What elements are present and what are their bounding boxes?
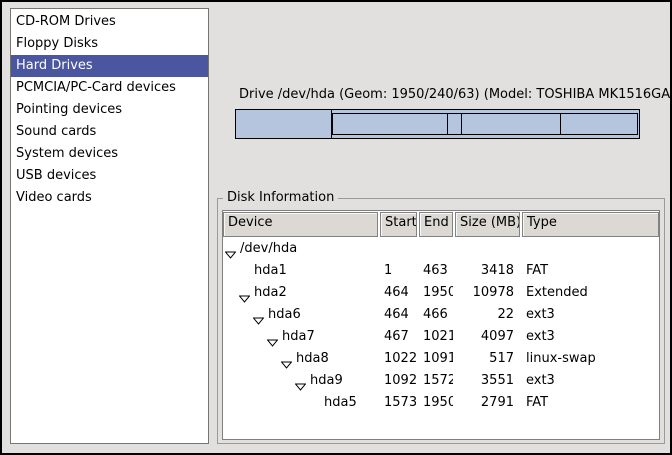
device-cell: hda6	[223, 304, 378, 326]
device-name: hda5	[324, 392, 357, 414]
end-cell: 1021	[419, 326, 453, 348]
table-row-hda5[interactable]: hda5 157319502791FAT	[223, 392, 659, 414]
table-row-hda6[interactable]: hda6 46446622ext3	[223, 304, 659, 326]
sidebar-item-floppy-disks[interactable]: Floppy Disks	[11, 33, 208, 55]
sidebar-item-video-cards[interactable]: Video cards	[11, 187, 208, 209]
table-row-hda2[interactable]: hda2 464195010978Extended	[223, 282, 659, 304]
drive-info-label: Drive /dev/hda (Geom: 1950/240/63) (Mode…	[239, 87, 672, 102]
device-cell: hda5	[223, 392, 378, 414]
type-cell: FAT	[522, 392, 659, 414]
size-cell: 4097	[455, 326, 520, 348]
partition-divider-after-hda8	[461, 114, 462, 134]
device-name: hda9	[310, 370, 343, 392]
size-cell	[455, 238, 520, 260]
sidebar-item-sound-cards[interactable]: Sound cards	[11, 121, 208, 143]
end-cell: 1950	[419, 282, 453, 304]
extended-partition-hda2	[332, 113, 638, 135]
expander-triangle-icon[interactable]	[267, 333, 278, 341]
column-header-size-mb-[interactable]: Size (MB)	[455, 212, 520, 237]
column-header-type[interactable]: Type	[522, 212, 659, 237]
sidebar-item-cd-rom-drives[interactable]: CD-ROM Drives	[11, 11, 208, 33]
device-name: hda1	[254, 260, 287, 282]
start-cell: 1	[380, 260, 417, 282]
end-cell: 1950	[419, 392, 453, 414]
expander-triangle-icon[interactable]	[281, 355, 292, 363]
size-cell: 2791	[455, 392, 520, 414]
end-cell: 1572	[419, 370, 453, 392]
device-name: hda2	[254, 282, 287, 304]
expander-triangle-icon[interactable]	[239, 289, 250, 297]
type-cell: ext3	[522, 326, 659, 348]
column-header-device[interactable]: Device	[223, 212, 378, 237]
sidebar-item-pcmcia-pc-card-devices[interactable]: PCMCIA/PC-Card devices	[11, 77, 208, 99]
table-row-hda1[interactable]: hda1 14633418FAT	[223, 260, 659, 282]
hardware-browser-window: CD-ROM DrivesFloppy DisksHard DrivesPCMC…	[0, 0, 672, 455]
end-cell: 466	[419, 304, 453, 326]
device-cell: hda8	[223, 348, 378, 370]
table-row--dev-hda[interactable]: /dev/hda	[223, 238, 659, 260]
expander-triangle-icon[interactable]	[253, 311, 264, 319]
type-cell: Extended	[522, 282, 659, 304]
end-cell: 1091	[419, 348, 453, 370]
partition-bar	[235, 109, 640, 139]
start-cell: 1022	[380, 348, 417, 370]
type-cell: FAT	[522, 260, 659, 282]
device-cell: hda1	[223, 260, 378, 282]
disk-information-groupbox: Disk Information DeviceStartEndSize (MB)…	[217, 198, 665, 444]
device-category-list: CD-ROM DrivesFloppy DisksHard DrivesPCMC…	[10, 8, 209, 444]
device-name: hda8	[296, 348, 329, 370]
expander-triangle-icon[interactable]	[225, 245, 236, 253]
sidebar-item-system-devices[interactable]: System devices	[11, 143, 208, 165]
device-name: hda7	[282, 326, 315, 348]
device-cell: /dev/hda	[223, 238, 378, 260]
device-cell: hda7	[223, 326, 378, 348]
sidebar-item-hard-drives[interactable]: Hard Drives	[11, 55, 208, 77]
size-cell: 3551	[455, 370, 520, 392]
type-cell: linux-swap	[522, 348, 659, 370]
column-header-end[interactable]: End	[419, 212, 453, 237]
size-cell: 22	[455, 304, 520, 326]
sidebar-item-pointing-devices[interactable]: Pointing devices	[11, 99, 208, 121]
end-cell	[419, 238, 453, 260]
start-cell	[380, 238, 417, 260]
expander-triangle-icon[interactable]	[295, 377, 306, 385]
sidebar-item-usb-devices[interactable]: USB devices	[11, 165, 208, 187]
partition-table: DeviceStartEndSize (MB)Type /dev/hdahda1…	[222, 210, 660, 440]
start-cell: 464	[380, 304, 417, 326]
start-cell: 467	[380, 326, 417, 348]
table-row-hda9[interactable]: hda9 109215723551ext3	[223, 370, 659, 392]
type-cell: ext3	[522, 370, 659, 392]
start-cell: 1573	[380, 392, 417, 414]
device-name: hda6	[268, 304, 301, 326]
table-header: DeviceStartEndSize (MB)Type	[223, 211, 659, 238]
device-cell: hda9	[223, 370, 378, 392]
partition-divider-after-hda9	[560, 114, 561, 134]
table-row-hda7[interactable]: hda7 46710214097ext3	[223, 326, 659, 348]
start-cell: 1092	[380, 370, 417, 392]
type-cell: ext3	[522, 304, 659, 326]
start-cell: 464	[380, 282, 417, 304]
column-header-start[interactable]: Start	[380, 212, 417, 237]
type-cell	[522, 238, 659, 260]
table-body: /dev/hdahda114633418FAThda2464195010978E…	[223, 238, 659, 414]
device-cell: hda2	[223, 282, 378, 304]
disk-information-label: Disk Information	[223, 190, 338, 205]
size-cell: 3418	[455, 260, 520, 282]
size-cell: 517	[455, 348, 520, 370]
end-cell: 463	[419, 260, 453, 282]
device-name: /dev/hda	[240, 238, 297, 260]
size-cell: 10978	[455, 282, 520, 304]
table-row-hda8[interactable]: hda8 10221091517linux-swap	[223, 348, 659, 370]
partition-segment-hda1	[236, 110, 332, 138]
partition-divider-after-hda7	[447, 114, 448, 134]
